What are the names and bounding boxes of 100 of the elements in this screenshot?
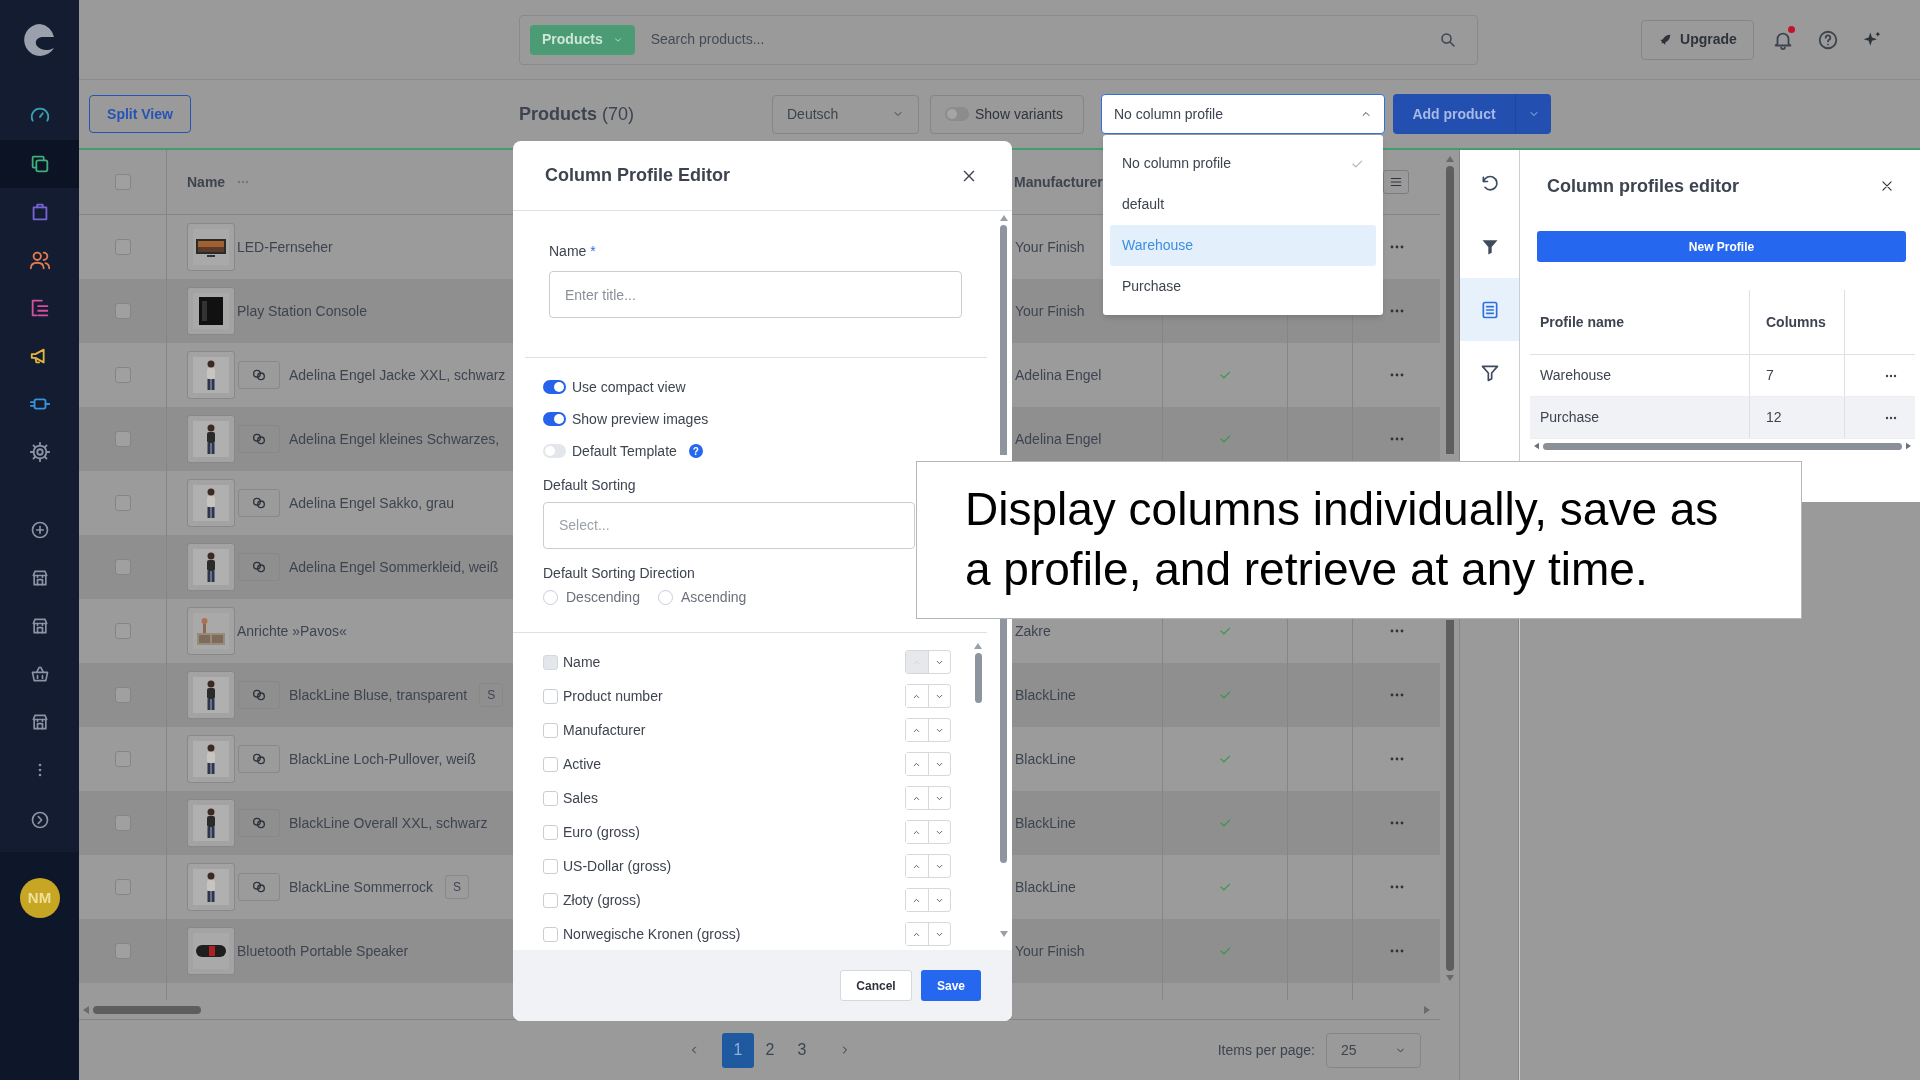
row-actions-icon[interactable] xyxy=(1389,245,1404,249)
toggle-switch[interactable] xyxy=(543,380,566,394)
move-up-button[interactable] xyxy=(906,685,929,707)
checkbox[interactable] xyxy=(543,824,558,840)
page-button[interactable]: 1 xyxy=(722,1032,754,1068)
variants-button[interactable] xyxy=(238,489,280,517)
row-actions-icon[interactable] xyxy=(1389,693,1404,697)
checkbox[interactable] xyxy=(114,751,131,767)
profile-row[interactable]: Warehouse 7 xyxy=(1530,355,1915,397)
product-name[interactable]: BlackLine Overall XXL, schwarz xyxy=(289,812,488,834)
scroll-up-arrow-icon[interactable] xyxy=(1445,156,1454,162)
cancel-button[interactable]: Cancel xyxy=(840,970,912,1001)
checkbox[interactable] xyxy=(543,892,558,908)
checkbox[interactable] xyxy=(114,623,131,639)
checkbox[interactable] xyxy=(543,688,558,704)
column-header[interactable]: Profile name xyxy=(1540,311,1625,333)
move-up-button[interactable] xyxy=(906,719,929,741)
help-badge[interactable]: ? xyxy=(688,444,703,458)
product-name[interactable]: BlackLine Loch-Pullover, weiß xyxy=(289,748,476,770)
scroll-right-arrow-icon[interactable] xyxy=(1906,442,1911,450)
scroll-down-arrow-icon[interactable] xyxy=(999,931,1008,937)
product-name[interactable]: Bluetooth Portable Speaker xyxy=(237,940,409,962)
row-actions-icon[interactable] xyxy=(1389,885,1404,889)
scroll-left-arrow-icon[interactable] xyxy=(1534,442,1539,450)
scroll-up-arrow-icon[interactable] xyxy=(974,643,982,649)
row-actions-icon[interactable] xyxy=(1389,309,1404,313)
checkbox[interactable] xyxy=(543,790,558,806)
scroll-down-arrow-icon[interactable] xyxy=(1445,975,1454,981)
checkbox[interactable] xyxy=(114,303,131,319)
scrollbar-thumb[interactable] xyxy=(1445,166,1454,454)
scrollbar-thumb[interactable] xyxy=(1543,442,1902,450)
page-button[interactable]: 3 xyxy=(786,1032,818,1068)
checkbox[interactable] xyxy=(543,858,558,874)
move-up-button[interactable] xyxy=(906,855,929,877)
checkbox[interactable] xyxy=(114,687,131,703)
show-variants-toggle[interactable] xyxy=(945,107,969,121)
search-field[interactable]: Products Search products... xyxy=(519,14,1478,65)
profile-row[interactable]: Purchase 12 xyxy=(1530,397,1915,439)
product-name[interactable]: Adelina Engel Sakko, grau xyxy=(289,492,454,514)
name-input[interactable]: Enter title... xyxy=(549,271,962,318)
split-view-button[interactable]: Split View xyxy=(89,95,191,133)
checkbox[interactable] xyxy=(114,174,131,190)
product-name[interactable]: Adelina Engel Jacke XXL, schwarz xyxy=(289,364,506,386)
language-select[interactable]: Deutsch xyxy=(772,94,919,134)
sorting-select[interactable]: Select... xyxy=(543,502,915,549)
product-name[interactable]: Anrichte »Pavos« xyxy=(237,620,347,642)
checkbox[interactable] xyxy=(114,239,131,255)
items-per-page-select[interactable]: 25 xyxy=(1326,1032,1421,1068)
variants-button[interactable] xyxy=(238,681,280,709)
product-name[interactable]: BlackLine Bluse, transparent xyxy=(289,684,468,706)
variants-button[interactable] xyxy=(238,553,280,581)
row-actions-icon[interactable] xyxy=(1389,437,1404,441)
product-name[interactable]: Play Station Console xyxy=(237,300,367,322)
variants-button[interactable] xyxy=(238,361,280,389)
move-up-button[interactable] xyxy=(906,753,929,775)
checkbox[interactable] xyxy=(543,722,558,738)
row-actions-icon[interactable] xyxy=(1389,949,1404,953)
column-header[interactable]: Columns xyxy=(1766,311,1826,333)
column-header[interactable]: Manufacturer xyxy=(1014,171,1103,193)
save-button[interactable]: Save xyxy=(921,970,981,1001)
checkbox[interactable] xyxy=(114,431,131,447)
scrollbar-thumb[interactable] xyxy=(1000,225,1007,455)
variants-button[interactable] xyxy=(238,745,280,773)
search-scope-dropdown[interactable]: Products xyxy=(530,24,635,55)
variants-button[interactable] xyxy=(238,809,280,837)
product-name[interactable]: Adelina Engel kleines Schwarzes, xyxy=(289,428,500,450)
row-actions-icon[interactable] xyxy=(1389,629,1404,633)
column-header[interactable]: Name xyxy=(187,171,226,193)
checkbox[interactable] xyxy=(543,926,558,942)
checkbox[interactable] xyxy=(114,367,131,383)
dropdown-option[interactable]: Warehouse xyxy=(1110,225,1376,266)
toggle-switch[interactable] xyxy=(543,444,566,458)
move-up-button[interactable] xyxy=(906,787,929,809)
checkbox[interactable] xyxy=(114,879,131,895)
page-button[interactable]: 2 xyxy=(754,1032,786,1068)
scrollbar-thumb[interactable] xyxy=(93,1005,201,1014)
upgrade-button[interactable]: Upgrade xyxy=(1641,19,1754,60)
move-up-button[interactable] xyxy=(906,889,929,911)
move-up-button[interactable] xyxy=(906,821,929,843)
row-actions-icon[interactable] xyxy=(1389,373,1404,377)
row-actions-icon[interactable] xyxy=(1885,415,1897,420)
checkbox[interactable] xyxy=(114,559,131,575)
scroll-up-arrow-icon[interactable] xyxy=(999,215,1008,221)
toggle-switch[interactable] xyxy=(543,412,566,426)
row-actions-icon[interactable] xyxy=(1389,757,1404,761)
column-menu-icon[interactable] xyxy=(237,180,250,184)
sidebar-item[interactable] xyxy=(0,140,79,188)
scrollbar-thumb[interactable] xyxy=(974,653,982,703)
row-actions-icon[interactable] xyxy=(1885,373,1897,378)
move-up-button[interactable] xyxy=(906,923,929,945)
scrollbar-thumb[interactable] xyxy=(1445,620,1454,971)
product-name[interactable]: Adelina Engel Sommerkleid, weiß xyxy=(289,556,499,578)
product-name[interactable]: LED-Fernseher xyxy=(237,236,333,258)
variants-button[interactable] xyxy=(238,425,280,453)
checkbox[interactable] xyxy=(114,495,131,511)
row-actions-icon[interactable] xyxy=(1389,821,1404,825)
product-name[interactable]: BlackLine Sommerrock xyxy=(289,876,433,898)
checkbox[interactable] xyxy=(114,815,131,831)
column-profile-select[interactable]: No column profile xyxy=(1101,94,1385,134)
variants-button[interactable] xyxy=(238,873,280,901)
